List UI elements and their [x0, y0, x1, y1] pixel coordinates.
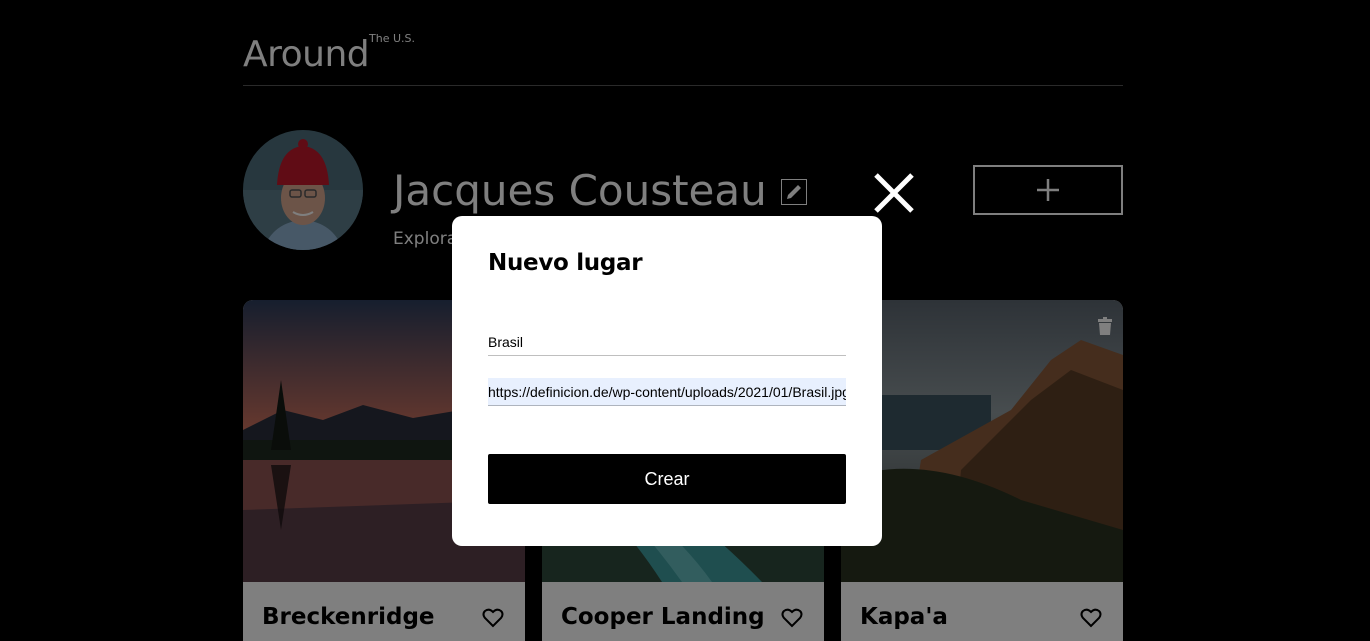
- place-url-input[interactable]: [488, 378, 846, 406]
- place-name-input[interactable]: [488, 328, 846, 356]
- new-place-popup: Nuevo lugar Crear: [452, 216, 882, 546]
- create-button[interactable]: Crear: [488, 454, 846, 504]
- close-icon: [874, 173, 914, 213]
- close-popup-button[interactable]: [872, 171, 916, 215]
- popup-title: Nuevo lugar: [488, 250, 643, 276]
